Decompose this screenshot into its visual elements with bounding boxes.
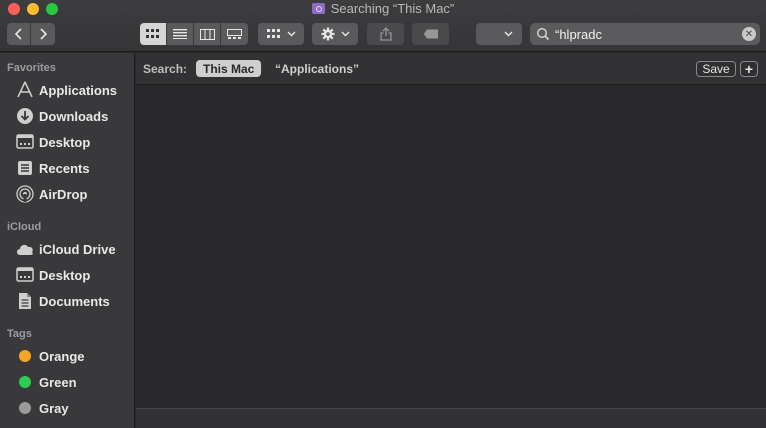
navigation-buttons <box>7 23 55 45</box>
sidebar-item-icloud-drive[interactable]: iCloud Drive <box>0 237 134 261</box>
tag-dot-container <box>15 346 35 366</box>
gallery-view-button[interactable] <box>221 23 248 45</box>
airdrop-icon <box>15 184 35 204</box>
toolbar-dropdown-button[interactable] <box>476 23 522 45</box>
search-field[interactable]: ✕ <box>530 23 760 45</box>
group-grid-icon <box>266 29 280 38</box>
action-menu-button[interactable] <box>312 23 358 45</box>
sidebar-item-downloads[interactable]: Downloads <box>0 104 134 128</box>
view-mode-control <box>140 23 248 45</box>
path-bar <box>136 408 766 428</box>
sidebar-item-label: Downloads <box>39 108 109 124</box>
column-view-button[interactable] <box>194 23 221 45</box>
sidebar-item-label: Recents <box>39 160 90 176</box>
sidebar-item-icloud-desktop[interactable]: Desktop <box>0 263 134 287</box>
scope-applications-button[interactable]: “Applications” <box>268 60 366 77</box>
sidebar-section-favorites: Favorites <box>7 62 56 74</box>
share-button[interactable] <box>367 23 404 45</box>
desktop-icon <box>15 265 35 285</box>
list-view-icon <box>173 29 187 39</box>
gallery-view-icon <box>227 28 242 39</box>
tag-icon <box>423 29 438 39</box>
documents-icon <box>15 291 35 311</box>
recents-icon <box>15 158 35 178</box>
sidebar-item-label: Orange <box>39 348 85 364</box>
sidebar-item-label: Gray <box>39 400 69 416</box>
sidebar-section-icloud: iCloud <box>7 221 42 233</box>
back-button[interactable] <box>7 23 31 45</box>
sidebar-tag-gray[interactable]: Gray <box>0 396 134 420</box>
sidebar-item-applications[interactable]: Applications <box>0 78 134 102</box>
group-by-button[interactable] <box>258 23 304 45</box>
gear-icon <box>321 27 334 41</box>
chevron-down-icon <box>504 31 512 37</box>
chevron-right-icon <box>40 28 48 40</box>
sidebar-item-label: Green <box>39 374 77 390</box>
icon-view-icon <box>146 29 159 38</box>
search-scope-bar: Search: This Mac “Applications” Save + <box>136 53 766 85</box>
sidebar-tag-green[interactable]: Green <box>0 370 134 394</box>
search-input[interactable] <box>551 26 742 42</box>
scope-this-mac-button[interactable]: This Mac <box>196 60 262 77</box>
downloads-icon <box>15 106 35 126</box>
sidebar-item-label: Desktop <box>39 267 91 283</box>
clear-search-icon[interactable]: ✕ <box>742 27 756 41</box>
sidebar-section-tags: Tags <box>7 328 32 340</box>
sidebar-item-label: Applications <box>39 82 118 98</box>
sidebar-item-label: iCloud Drive <box>39 241 116 257</box>
add-criteria-button[interactable]: + <box>740 61 758 77</box>
sidebar-item-airdrop[interactable]: AirDrop <box>0 182 134 206</box>
cloud-icon <box>15 239 35 259</box>
edit-tags-button[interactable] <box>412 23 449 45</box>
chevron-left-icon <box>14 28 22 40</box>
icon-view-button[interactable] <box>140 23 167 45</box>
sidebar-item-label: AirDrop <box>39 186 88 202</box>
green-tag-dot-icon <box>19 376 31 388</box>
orange-tag-dot-icon <box>19 350 31 362</box>
chevron-down-icon <box>341 31 349 37</box>
window-toolbar: Searching “This Mac” “hlpradc ✕ <box>0 0 766 52</box>
sidebar-item-label: Desktop <box>39 134 91 150</box>
sidebar-item-documents[interactable]: Documents <box>0 289 134 313</box>
tag-dot-container <box>15 398 35 418</box>
forward-button[interactable] <box>31 23 55 45</box>
search-icon <box>536 27 550 41</box>
gray-tag-dot-icon <box>19 402 31 414</box>
share-icon <box>379 27 392 41</box>
sidebar-item-recents[interactable]: Recents <box>0 156 134 180</box>
results-area[interactable] <box>136 86 766 408</box>
sidebar-item-label: Documents <box>39 293 110 309</box>
sidebar: Favorites Applications Downloads Desktop… <box>0 53 135 428</box>
search-scope-label: Search: <box>143 62 188 76</box>
window-title-text: Searching “This Mac” <box>330 1 455 16</box>
sidebar-tag-orange[interactable]: Orange <box>0 344 134 368</box>
list-view-button[interactable] <box>167 23 194 45</box>
desktop-icon <box>15 132 35 152</box>
applications-icon <box>15 80 35 100</box>
chevron-down-icon <box>287 31 295 37</box>
column-view-icon <box>199 28 215 40</box>
sidebar-item-desktop[interactable]: Desktop <box>0 130 134 154</box>
tag-dot-container <box>15 372 35 392</box>
smart-folder-icon <box>311 3 325 14</box>
save-search-button[interactable]: Save <box>696 61 736 77</box>
window-title: Searching “This Mac” <box>0 1 766 16</box>
search-results-pane: Search: This Mac “Applications” Save + <box>136 53 766 428</box>
